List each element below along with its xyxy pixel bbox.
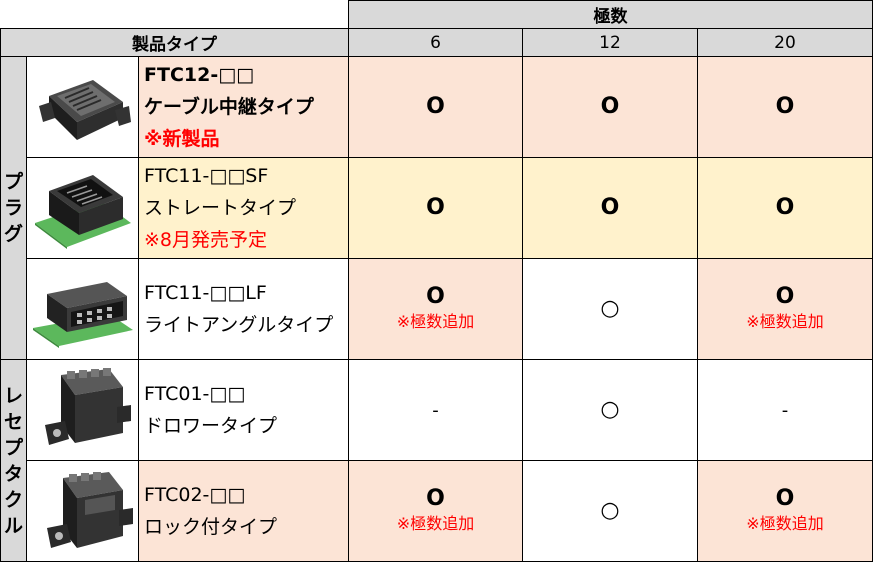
straight-plug-connector-icon [34, 175, 131, 249]
availability-cell: O [348, 56, 523, 158]
drawer-receptacle-connector-icon [44, 368, 131, 445]
product-image [26, 157, 139, 259]
type-name: ライトアングルタイプ [144, 314, 334, 336]
availability-cell: O [697, 157, 873, 259]
type-name: ドロワータイプ [144, 415, 278, 437]
pole-count-header: 6 [348, 28, 523, 57]
right-angle-plug-connector-icon [32, 282, 133, 348]
availability-cell: O [348, 157, 523, 259]
product-name-cell: FTC01-□□ ドロワータイプ [138, 359, 349, 461]
availability-cell: O ※極数追加 [348, 258, 523, 360]
locking-receptacle-connector-icon [46, 472, 133, 548]
product-image [26, 460, 139, 562]
pole-addition-note: ※極数追加 [396, 312, 475, 331]
pole-addition-note: ※極数追加 [746, 514, 824, 533]
availability-cell: ○ [522, 359, 698, 461]
pole-addition-note: ※極数追加 [746, 312, 824, 331]
model-number: FTC11-□□LF [144, 282, 267, 304]
product-name-cell: FTC11-□□LF ライトアングルタイプ [138, 258, 349, 360]
pole-count-header: 20 [697, 28, 873, 57]
availability-cell: ○ [522, 258, 698, 360]
product-note: ※8月発売予定 [144, 229, 268, 251]
type-name: ケーブル中継タイプ [144, 96, 314, 118]
poles-header: 極数 [348, 0, 873, 29]
product-image [26, 258, 139, 360]
availability-cell: O ※極数追加 [697, 258, 873, 360]
type-name: ストレートタイプ [144, 197, 297, 219]
model-number: FTC11-□□SF [144, 165, 269, 187]
model-number: FTC01-□□ [144, 383, 246, 405]
availability-cell: - [697, 359, 873, 461]
product-name-cell: FTC11-□□SF ストレートタイプ ※8月発売予定 [138, 157, 349, 259]
availability-cell: O ※極数追加 [697, 460, 873, 562]
product-image [26, 359, 139, 461]
pole-addition-note: ※極数追加 [396, 514, 475, 533]
product-type-header: 製品タイプ [0, 28, 349, 57]
model-number: FTC12-□□ [144, 64, 255, 86]
availability-cell: O [522, 157, 698, 259]
corner-blank [0, 0, 349, 29]
pole-count-header: 12 [522, 28, 698, 57]
availability-cell: - [348, 359, 523, 461]
type-name: ロック付タイプ [144, 516, 278, 538]
category-receptacle: レ セ プ タ ク ル [0, 359, 27, 562]
cable-relay-plug-connector-icon [38, 80, 131, 140]
product-note: ※新製品 [144, 128, 220, 150]
availability-cell: O [522, 56, 698, 158]
product-name-cell: FTC12-□□ ケーブル中継タイプ ※新製品 [138, 56, 349, 158]
availability-cell: O ※極数追加 [348, 460, 523, 562]
availability-cell: O [697, 56, 873, 158]
availability-cell: ○ [522, 460, 698, 562]
product-matrix-table: 極数 製品タイプ 6 12 20 プ ラ グ FTC12-□□ ケーブル中継タイ… [0, 0, 873, 562]
product-name-cell: FTC02-□□ ロック付タイプ [138, 460, 349, 562]
product-image [26, 56, 139, 158]
model-number: FTC02-□□ [144, 484, 246, 506]
category-plug: プ ラ グ [0, 56, 27, 360]
